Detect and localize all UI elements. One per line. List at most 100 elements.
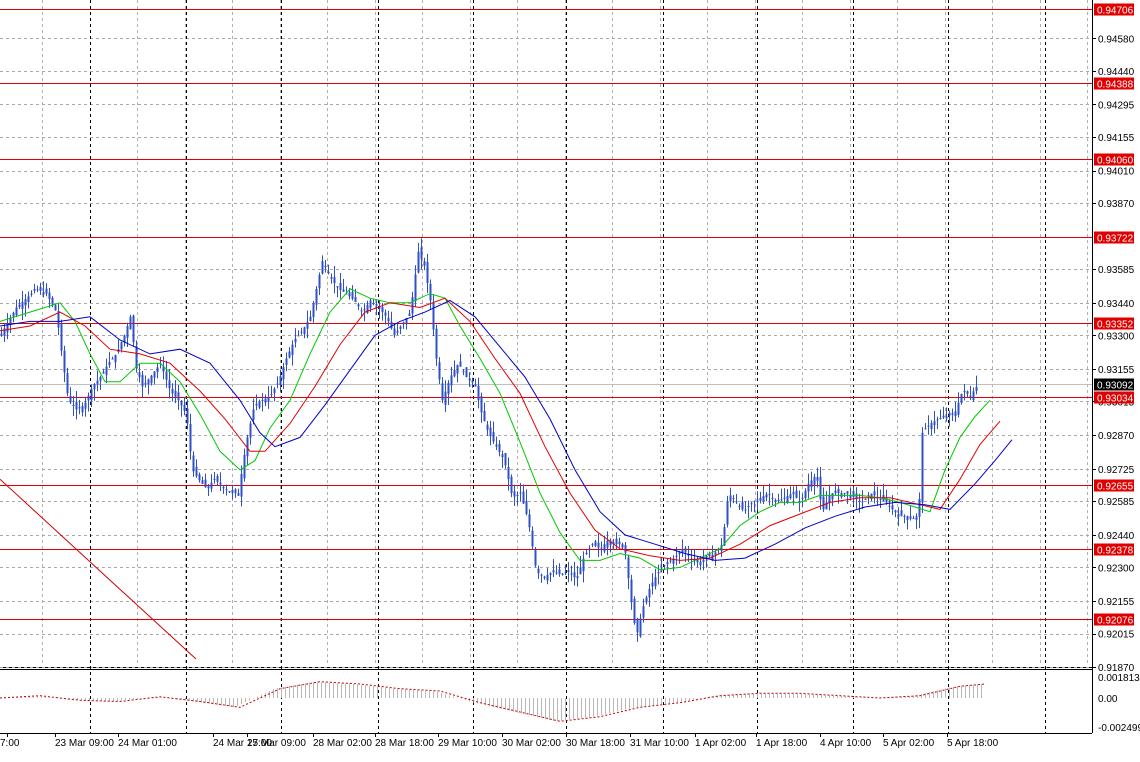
candle-body[interactable]	[12, 312, 15, 317]
candle-body[interactable]	[627, 557, 630, 579]
candle-body[interactable]	[297, 335, 300, 337]
candle-body[interactable]	[18, 304, 21, 307]
candle-body[interactable]	[153, 371, 156, 378]
candle-body[interactable]	[81, 406, 84, 413]
candle-body[interactable]	[924, 428, 927, 430]
candle-body[interactable]	[843, 493, 846, 495]
candle-body[interactable]	[465, 367, 468, 378]
candle-body[interactable]	[201, 480, 204, 484]
candle-body[interactable]	[87, 395, 90, 401]
candle-body[interactable]	[699, 561, 702, 566]
candle-body[interactable]	[552, 570, 555, 573]
candle-body[interactable]	[735, 501, 738, 503]
candle-body[interactable]	[435, 328, 438, 359]
candle-body[interactable]	[426, 261, 429, 284]
candle-body[interactable]	[528, 514, 531, 528]
candle-body[interactable]	[381, 307, 384, 313]
candle-body[interactable]	[666, 562, 669, 565]
candle-body[interactable]	[573, 572, 576, 578]
candle-body[interactable]	[927, 425, 930, 427]
candle-body[interactable]	[630, 579, 633, 603]
candle-body[interactable]	[396, 330, 399, 333]
candle-body[interactable]	[0, 333, 3, 336]
candle-body[interactable]	[351, 291, 354, 299]
candle-body[interactable]	[765, 494, 768, 498]
candle-body[interactable]	[24, 299, 27, 306]
candle-body[interactable]	[303, 327, 306, 335]
candle-body[interactable]	[333, 277, 336, 284]
candle-body[interactable]	[801, 497, 804, 499]
candle-body[interactable]	[318, 274, 321, 289]
candle-body[interactable]	[747, 505, 750, 508]
candle-body[interactable]	[555, 572, 558, 574]
candle-body[interactable]	[624, 545, 627, 553]
candle-body[interactable]	[495, 444, 498, 447]
candle-body[interactable]	[408, 313, 411, 316]
candle-body[interactable]	[504, 452, 507, 466]
candle-body[interactable]	[252, 409, 255, 420]
candle-body[interactable]	[594, 541, 597, 546]
candle-body[interactable]	[915, 516, 918, 520]
candle-body[interactable]	[972, 391, 975, 401]
candle-body[interactable]	[828, 495, 831, 503]
candle-body[interactable]	[597, 542, 600, 548]
candle-body[interactable]	[663, 565, 666, 567]
candle-body[interactable]	[546, 574, 549, 581]
candle-body[interactable]	[165, 371, 168, 380]
candle-body[interactable]	[675, 555, 678, 557]
candle-body[interactable]	[354, 297, 357, 302]
candle-body[interactable]	[879, 498, 882, 500]
candle-body[interactable]	[525, 500, 528, 515]
candle-body[interactable]	[522, 491, 525, 504]
candle-body[interactable]	[204, 479, 207, 488]
candle-body[interactable]	[441, 383, 444, 401]
candle-body[interactable]	[63, 350, 66, 373]
candle-body[interactable]	[474, 384, 477, 387]
candle-body[interactable]	[270, 393, 273, 395]
candle-body[interactable]	[420, 247, 423, 259]
candle-body[interactable]	[486, 424, 489, 430]
candle-body[interactable]	[633, 598, 636, 624]
candle-body[interactable]	[933, 421, 936, 426]
candle-body[interactable]	[462, 371, 465, 373]
candle-body[interactable]	[33, 289, 36, 291]
candle-body[interactable]	[42, 292, 45, 295]
candle-body[interactable]	[729, 495, 732, 502]
candle-body[interactable]	[27, 296, 30, 303]
candle-body[interactable]	[681, 548, 684, 553]
candle-body[interactable]	[453, 370, 456, 377]
candle-body[interactable]	[384, 312, 387, 316]
candle-body[interactable]	[108, 362, 111, 366]
candle-body[interactable]	[615, 538, 618, 545]
candle-body[interactable]	[912, 518, 915, 520]
candle-body[interactable]	[249, 423, 252, 438]
candle-body[interactable]	[942, 415, 945, 418]
candle-body[interactable]	[516, 494, 519, 497]
candle-body[interactable]	[51, 297, 54, 305]
candle-body[interactable]	[291, 344, 294, 355]
candle-body[interactable]	[567, 570, 570, 573]
candle-body[interactable]	[138, 372, 141, 378]
candle-body[interactable]	[429, 283, 432, 301]
candle-body[interactable]	[195, 466, 198, 477]
candle-body[interactable]	[603, 544, 606, 552]
candle-body[interactable]	[312, 302, 315, 318]
candle-body[interactable]	[891, 505, 894, 510]
candle-body[interactable]	[15, 307, 18, 316]
candle-body[interactable]	[759, 497, 762, 501]
candle-body[interactable]	[225, 489, 228, 491]
candle-body[interactable]	[93, 384, 96, 390]
candle-body[interactable]	[648, 588, 651, 598]
candle-body[interactable]	[867, 494, 870, 496]
candle-body[interactable]	[39, 286, 42, 291]
candle-body[interactable]	[30, 293, 33, 295]
candle-body[interactable]	[549, 573, 552, 575]
candle-body[interactable]	[60, 323, 63, 351]
candle-body[interactable]	[174, 390, 177, 397]
candle-body[interactable]	[480, 396, 483, 413]
candle-body[interactable]	[261, 399, 264, 401]
candle-body[interactable]	[135, 345, 138, 368]
candle-body[interactable]	[357, 304, 360, 307]
candle-body[interactable]	[114, 355, 117, 363]
candle-body[interactable]	[171, 389, 174, 394]
